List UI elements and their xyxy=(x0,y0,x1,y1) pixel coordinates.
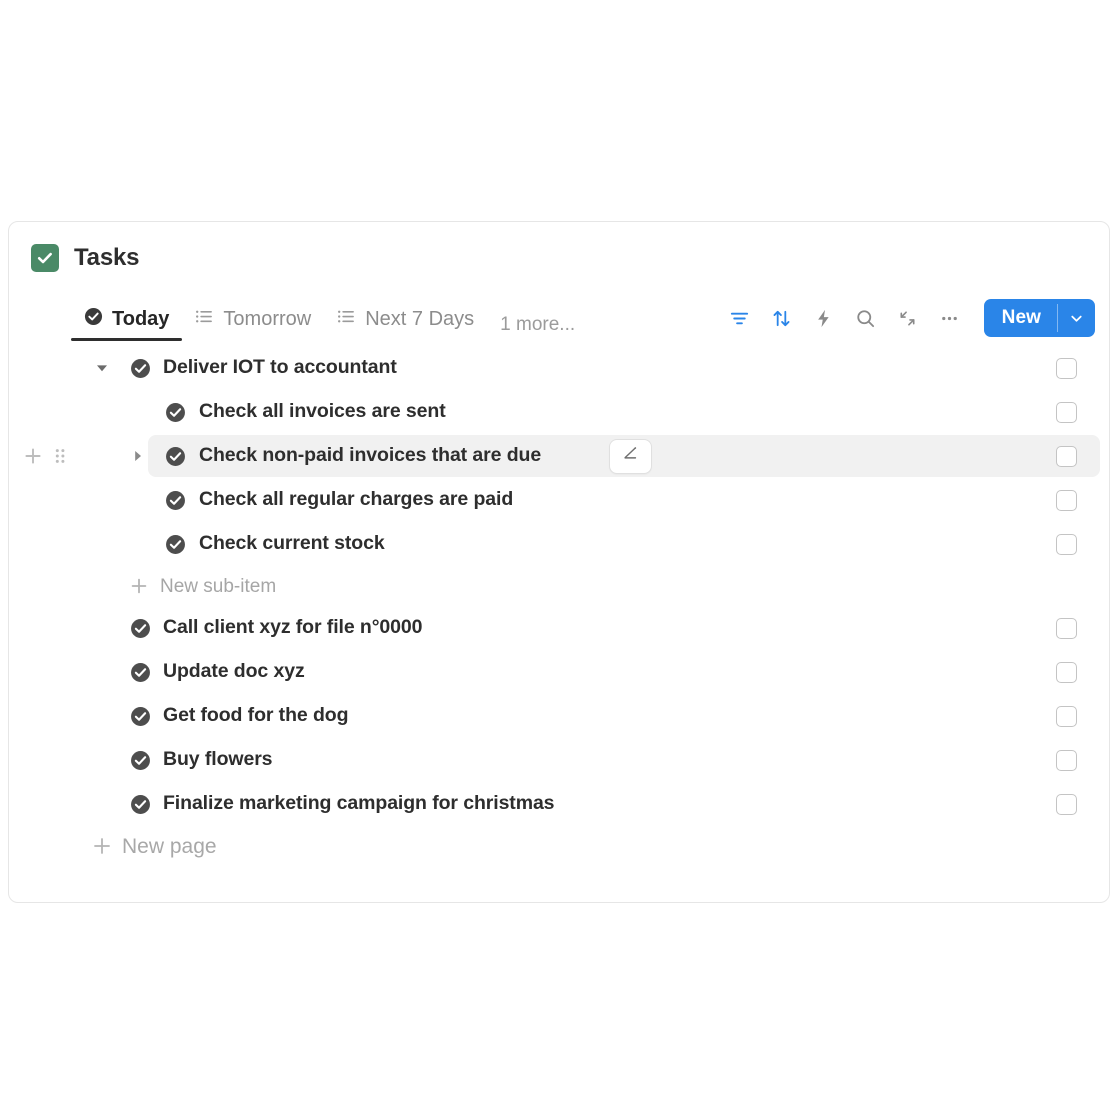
row-checkbox[interactable] xyxy=(1056,793,1077,815)
check-circle-icon xyxy=(84,307,103,331)
check-circle-icon[interactable] xyxy=(129,661,151,683)
plus-icon[interactable] xyxy=(23,446,43,466)
row-checkbox[interactable] xyxy=(1056,617,1077,639)
row-checkbox[interactable] xyxy=(1056,705,1077,727)
tab-today[interactable]: Today xyxy=(71,298,183,341)
new-sub-item-label: New sub-item xyxy=(160,575,277,597)
table-row[interactable]: Buy flowers xyxy=(9,738,1109,782)
lightning-bolt-icon[interactable] xyxy=(803,299,845,337)
new-page-label: New page xyxy=(122,834,217,858)
table-row[interactable]: Call client xyz for file n°0000 xyxy=(9,606,1109,650)
ellipsis-icon[interactable] xyxy=(929,299,971,337)
sort-arrows-icon[interactable] xyxy=(761,299,803,337)
tab-label: Today xyxy=(112,308,170,330)
edit-task-button[interactable] xyxy=(609,438,652,474)
task-title: Call client xyz for file n°0000 xyxy=(163,616,423,639)
new-button-label: New xyxy=(1001,307,1041,328)
tasks-card: Tasks Today Tomorrow Next 7 Days 1 more.… xyxy=(8,221,1110,903)
table-row[interactable]: Update doc xyz xyxy=(9,650,1109,694)
row-checkbox[interactable] xyxy=(1056,445,1077,467)
check-circle-icon[interactable] xyxy=(129,749,151,771)
row-checkbox[interactable] xyxy=(1056,533,1077,555)
pencil-edit-icon xyxy=(621,444,640,468)
check-square-icon xyxy=(31,244,59,272)
row-checkbox[interactable] xyxy=(1056,401,1077,423)
row-checkbox[interactable] xyxy=(1056,749,1077,771)
view-tabs-bar: Today Tomorrow Next 7 Days 1 more... New xyxy=(71,296,1095,342)
view-tabs: Today Tomorrow Next 7 Days 1 more... xyxy=(71,296,588,342)
tab-label: Tomorrow xyxy=(223,308,312,330)
task-title: Check all regular charges are paid xyxy=(199,488,514,511)
check-circle-icon[interactable] xyxy=(164,445,186,467)
check-circle-icon[interactable] xyxy=(164,401,186,423)
row-background xyxy=(148,739,1100,781)
search-icon[interactable] xyxy=(845,299,887,337)
chevron-down-icon[interactable] xyxy=(1058,299,1095,337)
triangle-down-icon[interactable] xyxy=(93,359,111,377)
row-checkbox[interactable] xyxy=(1056,661,1077,683)
task-title: Check non-paid invoices that are due xyxy=(199,444,542,467)
card-header: Tasks xyxy=(31,244,139,272)
task-list: Deliver IOT to accountant Check all invo… xyxy=(9,346,1109,866)
list-icon xyxy=(195,307,214,331)
page-title: Tasks xyxy=(74,244,140,271)
row-checkbox[interactable] xyxy=(1056,357,1077,379)
table-row[interactable]: Check current stock xyxy=(9,522,1109,566)
expand-diagonal-icon[interactable] xyxy=(887,299,929,337)
task-title: Finalize marketing campaign for christma… xyxy=(163,792,555,815)
triangle-right-icon[interactable] xyxy=(129,447,147,465)
view-toolbar: New xyxy=(719,299,1095,337)
task-title: Get food for the dog xyxy=(163,704,349,727)
tab-next-7-days[interactable]: Next 7 Days xyxy=(324,298,487,341)
new-button[interactable]: New xyxy=(983,299,1095,337)
table-row[interactable]: Check non-paid invoices that are due xyxy=(9,434,1109,478)
table-row[interactable]: Check all invoices are sent xyxy=(9,390,1109,434)
row-gutter-controls xyxy=(23,446,67,466)
list-icon xyxy=(337,307,356,331)
tabs-overflow-button[interactable]: 1 more... xyxy=(487,315,588,334)
check-circle-icon[interactable] xyxy=(129,617,151,639)
check-circle-icon[interactable] xyxy=(164,533,186,555)
check-circle-icon[interactable] xyxy=(129,705,151,727)
filter-icon[interactable] xyxy=(719,299,761,337)
task-title: Update doc xyz xyxy=(163,660,305,683)
plus-icon xyxy=(91,835,113,857)
new-page-button[interactable]: New page xyxy=(9,826,1109,866)
table-row[interactable]: Finalize marketing campaign for christma… xyxy=(9,782,1109,826)
table-row[interactable]: Check all regular charges are paid xyxy=(9,478,1109,522)
task-title: Check all invoices are sent xyxy=(199,400,446,423)
row-checkbox[interactable] xyxy=(1056,489,1077,511)
drag-handle-icon[interactable] xyxy=(53,446,67,466)
new-sub-item-button[interactable]: New sub-item xyxy=(9,566,1109,606)
plus-icon xyxy=(129,576,149,596)
screen: Tasks Today Tomorrow Next 7 Days 1 more.… xyxy=(0,0,1120,1120)
table-row[interactable]: Get food for the dog xyxy=(9,694,1109,738)
check-circle-icon[interactable] xyxy=(129,793,151,815)
task-title: Check current stock xyxy=(199,532,385,555)
task-title: Deliver IOT to accountant xyxy=(163,356,397,379)
tab-tomorrow[interactable]: Tomorrow xyxy=(182,298,324,341)
tab-label: Next 7 Days xyxy=(365,308,475,330)
table-row[interactable]: Deliver IOT to accountant xyxy=(9,346,1109,390)
check-circle-icon[interactable] xyxy=(164,489,186,511)
check-circle-icon[interactable] xyxy=(129,357,151,379)
task-title: Buy flowers xyxy=(163,748,273,771)
